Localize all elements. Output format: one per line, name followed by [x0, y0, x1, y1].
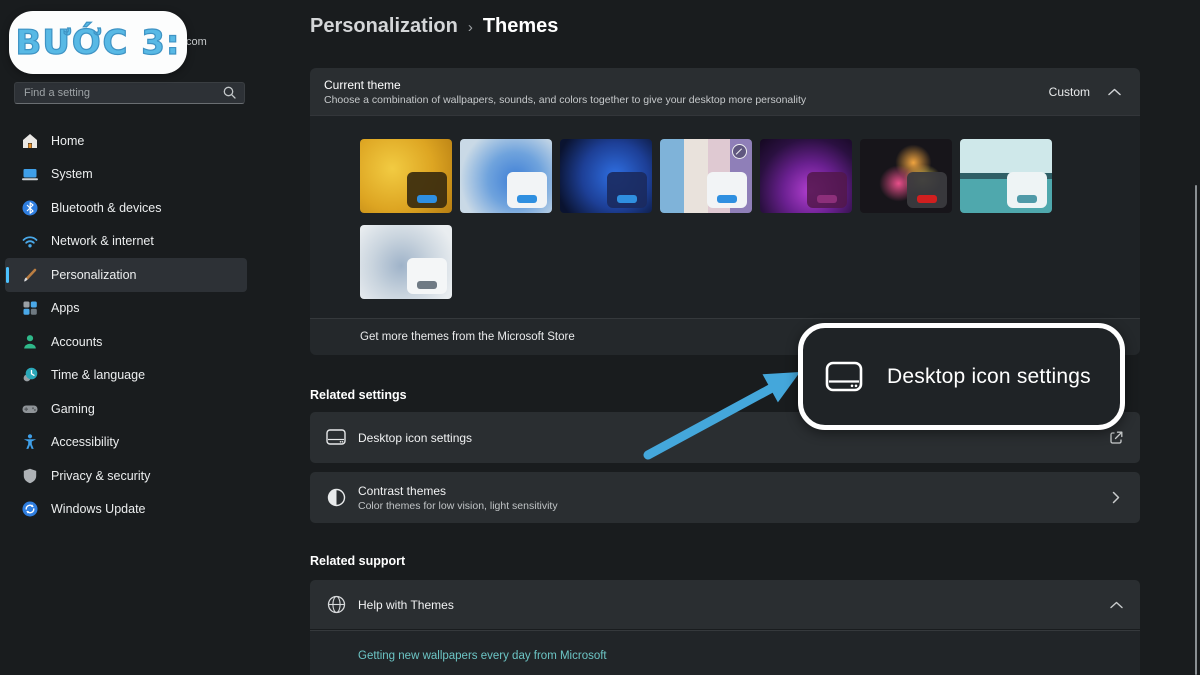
accounts-icon: [21, 333, 39, 351]
sidebar-item-label: Network & internet: [51, 234, 154, 248]
selected-accent-bar: [6, 267, 9, 283]
desktop-monitor-icon: [825, 361, 863, 392]
sidebar-item-label: Time & language: [51, 368, 145, 382]
help-expanded-panel: Getting new wallpapers every day from Mi…: [310, 630, 1140, 675]
theme-gallery: [310, 115, 1140, 318]
sidebar-item-time-language[interactable]: Time & language: [5, 359, 247, 393]
search-icon[interactable]: [222, 85, 238, 101]
desktop-monitor-icon: [326, 428, 346, 448]
sidebar-item-label: Personalization: [51, 268, 136, 282]
sidebar-item-label: Privacy & security: [51, 469, 150, 483]
support-link[interactable]: Getting new wallpapers every day from Mi…: [358, 650, 607, 662]
sidebar-item-system[interactable]: System: [5, 158, 247, 192]
chevron-up-icon[interactable]: [1108, 597, 1124, 613]
sidebar-item-label: Accessibility: [51, 435, 119, 449]
current-theme-value: Custom: [1049, 85, 1090, 99]
vertical-scrollbar[interactable]: [1195, 185, 1197, 675]
help-with-themes-row[interactable]: Help with Themes: [310, 580, 1140, 629]
sidebar-item-gaming[interactable]: Gaming: [5, 392, 247, 426]
breadcrumb-parent[interactable]: Personalization: [310, 15, 458, 38]
page-title: Themes: [483, 15, 559, 38]
theme-thumbnail-windows-bloom-gold[interactable]: [360, 139, 452, 213]
sidebar-item-label: Apps: [51, 301, 80, 315]
apps-icon: [21, 299, 39, 317]
time-language-icon: [21, 366, 39, 384]
sidebar-item-personalization[interactable]: Personalization: [5, 258, 247, 292]
sidebar-item-accounts[interactable]: Accounts: [5, 325, 247, 359]
windows-update-icon: [21, 500, 39, 518]
sidebar-item-windows-update[interactable]: Windows Update: [5, 493, 247, 527]
privacy-shield-icon: [21, 467, 39, 485]
theme-thumbnail-photo-collage[interactable]: [660, 139, 752, 213]
sidebar-item-label: Home: [51, 134, 84, 148]
current-theme-header[interactable]: Current theme Choose a combination of wa…: [310, 68, 1140, 115]
search-box[interactable]: [14, 82, 245, 104]
sidebar-item-label: Windows Update: [51, 502, 146, 516]
related-support-heading: Related support: [310, 554, 405, 568]
theme-thumbnail-glow-purple[interactable]: [760, 139, 852, 213]
globe-icon: [326, 595, 346, 615]
row-subtitle: Color themes for low vision, light sensi…: [358, 500, 1108, 512]
network-icon: [21, 232, 39, 250]
contrast-themes-row[interactable]: Contrast themes Color themes for low vis…: [310, 472, 1140, 523]
theme-thumbnail-windows-bloom-dark-blue[interactable]: [560, 139, 652, 213]
gaming-icon: [21, 400, 39, 418]
personalization-icon: [21, 266, 39, 284]
home-icon: [21, 132, 39, 150]
theme-thumbnail-dark-floral[interactable]: [860, 139, 952, 213]
sidebar-item-label: Gaming: [51, 402, 95, 416]
chevron-up-icon[interactable]: [1106, 84, 1122, 100]
breadcrumb-separator: ›: [468, 17, 473, 36]
step-badge-label: BƯỚC 3:: [15, 23, 180, 63]
callout-label: Desktop icon settings: [887, 365, 1091, 389]
row-label: Contrast themes: [358, 484, 1108, 498]
current-theme-title: Current theme: [324, 78, 1049, 92]
accessibility-icon: [21, 433, 39, 451]
breadcrumb: Personalization › Themes: [310, 10, 558, 42]
related-settings-heading: Related settings: [310, 388, 407, 402]
bluetooth-icon: [21, 199, 39, 217]
desktop-icon-settings-callout: Desktop icon settings: [798, 323, 1125, 430]
sidebar-item-accessibility[interactable]: Accessibility: [5, 426, 247, 460]
system-icon: [21, 165, 39, 183]
settings-window: .com Home System Bluetooth & devices Net…: [0, 0, 1200, 675]
sidebar-item-label: Accounts: [51, 335, 102, 349]
chevron-right-icon: [1108, 490, 1124, 506]
theme-thumbnail-windows-bloom-light-blue[interactable]: [460, 139, 552, 213]
sidebar-item-label: System: [51, 167, 93, 181]
hidden-preview-icon: [732, 144, 747, 159]
sidebar-item-apps[interactable]: Apps: [5, 292, 247, 326]
contrast-icon: [326, 488, 346, 508]
sidebar-nav: Home System Bluetooth & devices Network …: [5, 124, 247, 526]
current-theme-subtitle: Choose a combination of wallpapers, soun…: [324, 94, 1049, 106]
sidebar-item-bluetooth-devices[interactable]: Bluetooth & devices: [5, 191, 247, 225]
annotation-arrow: [610, 352, 810, 467]
step-badge: BƯỚC 3:: [9, 11, 187, 74]
theme-thumbnail-captured-motion-teal[interactable]: [960, 139, 1052, 213]
sidebar-item-home[interactable]: Home: [5, 124, 247, 158]
row-label: Help with Themes: [358, 598, 1108, 612]
sidebar-item-label: Bluetooth & devices: [51, 201, 162, 215]
external-link-icon: [1108, 430, 1124, 446]
sidebar-item-privacy-security[interactable]: Privacy & security: [5, 459, 247, 493]
theme-thumbnail-windows-bloom-light-gray[interactable]: [360, 225, 452, 299]
get-more-themes-label: Get more themes from the Microsoft Store: [360, 331, 575, 343]
search-input[interactable]: [15, 87, 222, 99]
sidebar-item-network-internet[interactable]: Network & internet: [5, 225, 247, 259]
